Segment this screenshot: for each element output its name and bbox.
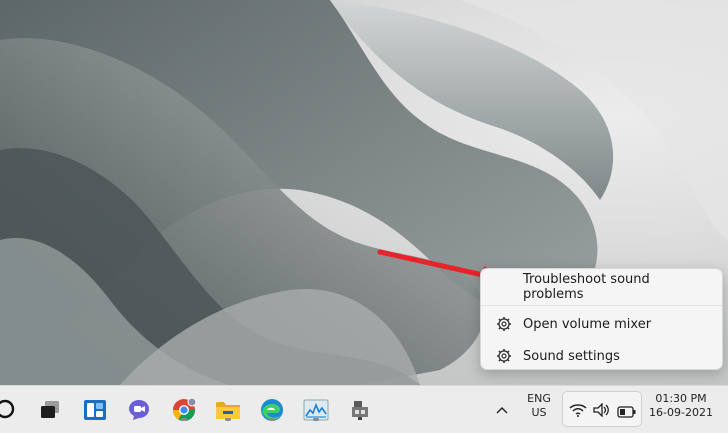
menu-separator bbox=[481, 305, 722, 306]
language-line2: US bbox=[531, 406, 547, 419]
menu-item-sound-settings[interactable]: Sound settings bbox=[481, 340, 722, 372]
speaker-icon bbox=[593, 402, 611, 421]
sound-context-menu: Troubleshoot sound problems Open volume … bbox=[480, 268, 723, 370]
chevron-up-icon[interactable] bbox=[492, 396, 512, 424]
running-indicator bbox=[181, 418, 187, 421]
task-manager-icon[interactable] bbox=[302, 396, 330, 424]
network-app-icon[interactable] bbox=[346, 396, 374, 424]
menu-item-label: Open volume mixer bbox=[523, 316, 652, 332]
wifi-icon bbox=[569, 402, 587, 421]
language-indicator[interactable]: ENG US bbox=[524, 392, 554, 420]
folder-icon[interactable] bbox=[214, 396, 242, 424]
menu-item-label: Sound settings bbox=[523, 348, 620, 364]
running-indicator bbox=[269, 418, 275, 421]
clock-time: 01:30 PM bbox=[655, 392, 707, 405]
clock[interactable]: 01:30 PM 16-09-2021 bbox=[646, 392, 716, 420]
gear-icon bbox=[495, 315, 513, 333]
language-line1: ENG bbox=[527, 392, 551, 405]
quick-settings-group[interactable] bbox=[562, 391, 642, 427]
edge-icon[interactable] bbox=[258, 396, 286, 424]
menu-item-troubleshoot-sound[interactable]: Troubleshoot sound problems bbox=[481, 271, 722, 303]
menu-item-open-volume-mixer[interactable]: Open volume mixer bbox=[481, 308, 722, 340]
clock-date: 16-09-2021 bbox=[649, 406, 713, 419]
running-indicator bbox=[313, 418, 319, 421]
menu-item-label: Troubleshoot sound problems bbox=[523, 272, 650, 302]
running-indicator bbox=[225, 418, 231, 421]
chrome-icon[interactable] bbox=[170, 396, 198, 424]
battery-icon bbox=[617, 403, 637, 422]
widgets-icon[interactable] bbox=[81, 396, 109, 424]
search-icon[interactable] bbox=[0, 396, 20, 424]
task-view-icon[interactable] bbox=[36, 396, 64, 424]
gear-icon bbox=[495, 347, 513, 365]
teams-chat-icon[interactable] bbox=[125, 396, 153, 424]
